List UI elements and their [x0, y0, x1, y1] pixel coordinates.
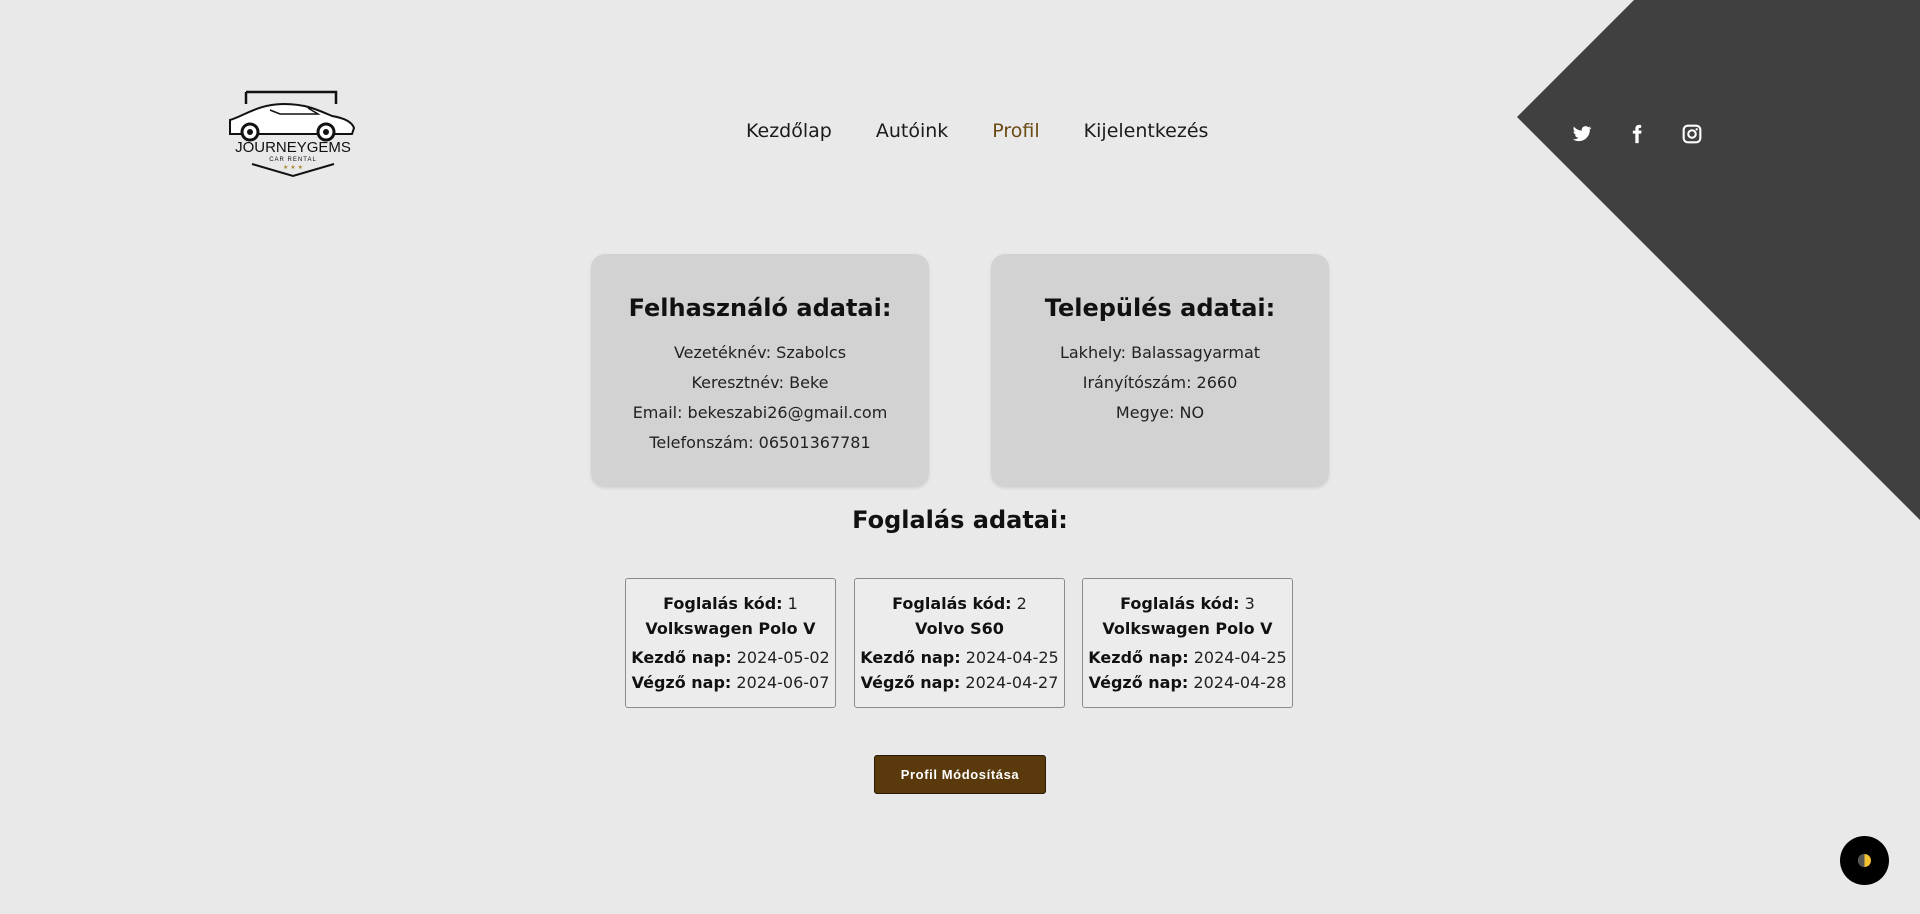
booking-car: Volvo S60 — [915, 619, 1004, 638]
booking-start-label: Kezdő nap: — [1088, 648, 1189, 667]
booking-start: 2024-04-25 — [1193, 648, 1287, 667]
booking-code-label: Foglalás kód: — [1120, 594, 1240, 613]
user-email: Email: bekeszabi26@gmail.com — [632, 403, 888, 422]
booking-end: 2024-04-27 — [965, 673, 1059, 692]
booking-car: Volkswagen Polo V — [1102, 619, 1273, 638]
booking-end-label: Végző nap: — [1088, 673, 1189, 692]
booking-start: 2024-04-25 — [965, 648, 1059, 667]
booking-start-label: Kezdő nap: — [631, 648, 732, 667]
svg-text:★ ★ ★: ★ ★ ★ — [283, 164, 303, 171]
booking-end: 2024-06-07 — [736, 673, 830, 692]
booking-end-label: Végző nap: — [631, 673, 732, 692]
place-info-card: Település adatai: Lakhely: Balassagyarma… — [991, 254, 1329, 486]
facebook-icon[interactable] — [1627, 124, 1647, 144]
user-first-name: Keresztnév: Beke — [691, 373, 829, 392]
place-county: Megye: NO — [1115, 403, 1205, 422]
user-last-name: Vezetéknév: Szabolcs — [673, 343, 847, 362]
nav-home[interactable]: Kezdőlap — [746, 120, 832, 142]
user-card-title: Felhasználó adatai: — [628, 294, 892, 322]
brand-name: JOURNEYGEMS — [235, 139, 351, 156]
booking-code: 1 — [787, 594, 798, 613]
twitter-icon[interactable] — [1572, 124, 1592, 144]
booking-card: Foglalás kód: 3 Volkswagen Polo V Kezdő … — [1082, 578, 1293, 708]
nav-logout[interactable]: Kijelentkezés — [1084, 120, 1209, 142]
booking-end-label: Végző nap: — [860, 673, 961, 692]
theme-toggle-button[interactable] — [1840, 836, 1889, 885]
user-phone: Telefonszám: 06501367781 — [649, 433, 871, 452]
instagram-icon[interactable] — [1682, 124, 1702, 144]
booking-code: 3 — [1244, 594, 1255, 613]
bookings-title: Foglalás adatai: — [852, 506, 1068, 534]
booking-code: 2 — [1016, 594, 1027, 613]
place-residence: Lakhely: Balassagyarmat — [1059, 343, 1261, 362]
user-info-card: Felhasználó adatai: Vezetéknév: Szabolcs… — [591, 254, 929, 486]
brand-tagline: CAR RENTAL — [269, 157, 317, 163]
booking-start: 2024-05-02 — [736, 648, 830, 667]
booking-code-label: Foglalás kód: — [663, 594, 783, 613]
main-nav: Kezdőlap Autóink Profil Kijelentkezés — [746, 120, 1208, 142]
booking-code-label: Foglalás kód: — [892, 594, 1012, 613]
place-zip: Irányítószám: 2660 — [1082, 373, 1238, 392]
booking-start-label: Kezdő nap: — [860, 648, 961, 667]
edit-profile-button[interactable]: Profil Módosítása — [874, 755, 1046, 794]
place-card-title: Település adatai: — [1044, 294, 1276, 322]
booking-end: 2024-04-28 — [1193, 673, 1287, 692]
social-links — [1572, 124, 1702, 144]
half-moon-icon — [1858, 854, 1871, 867]
booking-car: Volkswagen Polo V — [645, 619, 816, 638]
nav-profile[interactable]: Profil — [992, 120, 1039, 142]
journeygems-logo[interactable]: JOURNEYGEMS CAR RENTAL ★ ★ ★ — [222, 86, 364, 178]
nav-cars[interactable]: Autóink — [876, 120, 948, 142]
booking-card: Foglalás kód: 1 Volkswagen Polo V Kezdő … — [625, 578, 836, 708]
booking-card: Foglalás kód: 2 Volvo S60 Kezdő nap: 202… — [854, 578, 1065, 708]
